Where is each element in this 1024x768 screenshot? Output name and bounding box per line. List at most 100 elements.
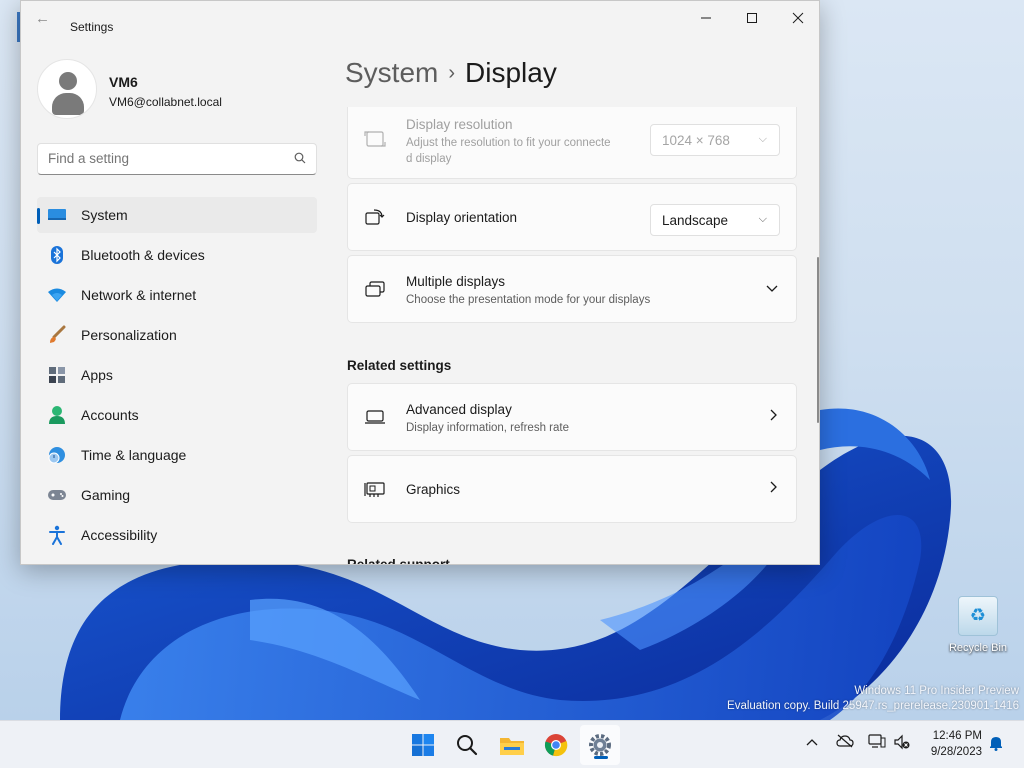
show-hidden-icons-chevron-icon[interactable] — [806, 734, 818, 749]
sidebar-item-label: Network & internet — [81, 287, 197, 303]
multiple-displays-icon — [364, 280, 388, 300]
orientation-icon — [364, 208, 388, 228]
breadcrumb-current: Display — [465, 57, 557, 88]
search-icon[interactable] — [294, 152, 306, 167]
title-bar[interactable]: ← Settings — [21, 1, 819, 35]
card-title: Display resolution — [406, 117, 513, 132]
controller-icon — [47, 485, 67, 505]
sidebar-item-label: Bluetooth & devices — [81, 247, 205, 263]
sidebar-item-time-language[interactable]: Time & language — [37, 437, 317, 473]
build-watermark: Windows 11 Pro Insider Preview Evaluatio… — [727, 684, 1019, 714]
sidebar-item-accounts[interactable]: Accounts — [37, 397, 317, 433]
maximize-button[interactable] — [729, 1, 775, 35]
minimize-icon — [701, 17, 711, 19]
advanced-display-card[interactable]: Advanced display Display information, re… — [347, 383, 797, 451]
chevron-right-icon[interactable] — [770, 480, 778, 497]
card-subtitle: Choose the presentation mode for your di… — [406, 294, 651, 306]
card-subtitle: Adjust the resolution to fit your connec… — [406, 135, 611, 167]
notification-bell-icon[interactable] — [988, 735, 1004, 754]
active-app-indicator — [594, 756, 608, 759]
sidebar-item-label: Gaming — [81, 487, 131, 503]
chevron-down-icon: ⌵ — [758, 213, 767, 225]
sidebar-nav: System Bluetooth & devices Network & int… — [37, 197, 317, 557]
onedrive-offline-icon[interactable] — [836, 734, 854, 751]
sidebar-item-network[interactable]: Network & internet — [37, 277, 317, 313]
watermark-build: Evaluation copy. Build 25947.rs_prerelea… — [727, 700, 1019, 712]
related-settings-heading: Related settings — [347, 358, 452, 373]
card-subtitle-line1: Adjust the resolution to fit your connec… — [406, 137, 611, 149]
sidebar-item-gaming[interactable]: Gaming — [37, 477, 317, 513]
graphics-card-icon — [364, 480, 388, 500]
sidebar-item-label: Personalization — [81, 327, 177, 343]
sidebar: VM6 VM6@collabnet.local System Bluetooth… — [21, 35, 331, 564]
page-title: System › Display — [345, 57, 557, 89]
chevron-down-icon: ⌵ — [758, 133, 767, 145]
taskbar — [0, 720, 1024, 768]
resolution-icon — [364, 130, 388, 150]
resolution-dropdown: 1024 × 768 ⌵ — [650, 124, 780, 156]
file-explorer-button[interactable] — [492, 725, 532, 765]
card-subtitle: Display information, refresh rate — [406, 422, 569, 434]
chrome-icon — [544, 734, 568, 757]
card-title: Graphics — [406, 482, 461, 497]
orientation-dropdown[interactable]: Landscape ⌵ — [650, 204, 780, 236]
user-email: VM6@collabnet.local — [109, 95, 222, 109]
start-button[interactable] — [403, 725, 443, 765]
sidebar-item-system[interactable]: System — [37, 197, 317, 233]
sidebar-item-label: System — [81, 207, 128, 223]
system-clock[interactable]: 12:46 PM 9/28/2023 — [920, 728, 982, 760]
maximize-icon — [747, 13, 757, 23]
accessibility-icon — [47, 525, 67, 545]
clock-time: 12:46 PM — [932, 730, 982, 742]
back-arrow-icon[interactable]: ← — [35, 10, 50, 27]
user-name: VM6 — [109, 74, 138, 90]
card-title: Multiple displays — [406, 274, 506, 289]
sidebar-item-label: Accounts — [81, 407, 139, 423]
chevron-right-icon[interactable] — [770, 408, 778, 425]
search-box[interactable] — [37, 143, 317, 175]
search-input[interactable] — [48, 151, 278, 166]
settings-taskbar-button[interactable] — [580, 725, 620, 765]
close-icon — [792, 12, 804, 24]
app-title: Settings — [70, 20, 114, 34]
display-resolution-card: Display resolution Adjust the resolution… — [347, 107, 797, 179]
content-pane: Display resolution Adjust the resolution… — [347, 107, 797, 565]
network-disconnected-icon[interactable] — [868, 734, 886, 753]
sidebar-item-label: Apps — [81, 367, 113, 383]
file-explorer-icon — [500, 738, 524, 755]
wifi-icon — [47, 285, 67, 305]
card-title: Advanced display — [406, 402, 512, 417]
multiple-displays-card[interactable]: Multiple displays Choose the presentatio… — [347, 255, 797, 323]
paintbrush-icon — [47, 325, 67, 345]
speaker-muted-icon[interactable] — [893, 734, 911, 753]
breadcrumb-system[interactable]: System — [345, 57, 438, 88]
settings-window: ← Settings VM6 VM6@collabnet.local Find … — [20, 0, 820, 565]
chevron-down-icon[interactable] — [766, 280, 778, 297]
chrome-button[interactable] — [536, 725, 576, 765]
sidebar-item-bluetooth[interactable]: Bluetooth & devices — [37, 237, 317, 273]
recycle-bin[interactable]: ♻ Recycle Bin — [940, 596, 1016, 654]
clock-date: 9/28/2023 — [930, 746, 982, 758]
resolution-value: 1024 × 768 — [662, 133, 730, 148]
search-icon — [457, 735, 478, 756]
person-icon — [47, 405, 67, 425]
sidebar-item-label: Time & language — [81, 447, 187, 463]
globe-clock-icon — [47, 445, 67, 465]
system-monitor-icon — [47, 205, 67, 225]
close-button[interactable] — [775, 1, 819, 35]
start-icon — [412, 734, 434, 756]
display-orientation-card: Display orientation Landscape ⌵ — [347, 183, 797, 251]
orientation-value: Landscape — [662, 213, 729, 228]
sidebar-item-personalization[interactable]: Personalization — [37, 317, 317, 353]
scrollbar[interactable] — [817, 257, 819, 423]
sidebar-item-apps[interactable]: Apps — [37, 357, 317, 393]
sidebar-item-label: Accessibility — [81, 527, 158, 543]
breadcrumb-chevron-icon: › — [448, 62, 456, 84]
taskbar-search-button[interactable] — [447, 725, 487, 765]
settings-gear-icon — [589, 734, 611, 756]
graphics-card[interactable]: Graphics — [347, 455, 797, 523]
related-support-heading: Related support — [347, 557, 450, 565]
avatar — [37, 59, 97, 119]
sidebar-item-accessibility[interactable]: Accessibility — [37, 517, 317, 553]
minimize-button[interactable] — [683, 1, 729, 35]
